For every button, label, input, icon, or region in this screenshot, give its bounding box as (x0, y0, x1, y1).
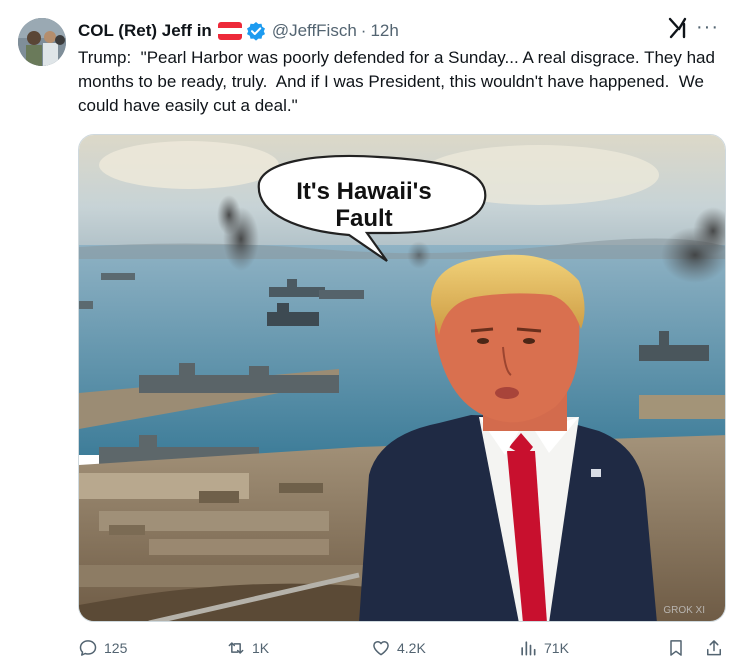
timestamp[interactable]: 12h (370, 21, 398, 41)
views-button[interactable]: 71K (518, 634, 569, 662)
repost-button[interactable]: 1K (226, 634, 269, 662)
author-handle[interactable]: @JeffFisch (272, 21, 357, 41)
tweet-header: COL (Ret) Jeff in @JeffFisch · 12h (78, 20, 715, 42)
speech-line-2: Fault (335, 205, 392, 232)
author-name[interactable]: COL (Ret) Jeff in (78, 21, 212, 41)
share-icon (707, 640, 721, 656)
views-icon (521, 641, 536, 656)
grok-icon[interactable] (667, 16, 689, 40)
tweet-image[interactable]: It's Hawaii's Fault GROK XI (78, 134, 726, 622)
more-icon[interactable]: ··· (696, 16, 719, 39)
tweet-text: Trump: "Pearl Harbor was poorly defended… (78, 48, 720, 115)
image-watermark: GROK XI (663, 605, 705, 616)
separator-dot: · (360, 21, 367, 40)
share-button[interactable] (704, 634, 730, 662)
bookmark-button[interactable] (666, 634, 692, 662)
like-button[interactable]: 4.2K (371, 634, 426, 662)
reply-button[interactable]: 125 (78, 634, 127, 662)
verified-badge-icon[interactable] (246, 21, 266, 41)
like-icon (373, 641, 389, 656)
reply-count: 125 (104, 640, 128, 656)
tweet[interactable]: COL (Ret) Jeff in @JeffFisch · 12h ··· T… (0, 0, 733, 670)
austria-flag-icon (217, 22, 242, 40)
like-count: 4.2K (397, 640, 426, 656)
reply-icon (79, 640, 97, 656)
bookmark-icon (670, 640, 682, 656)
repost-count: 1K (252, 640, 270, 656)
repost-icon (228, 642, 244, 654)
avatar[interactable] (18, 18, 66, 66)
views-count: 71K (544, 640, 569, 656)
action-bar: 125 1K 4.2K 71K (78, 634, 728, 662)
speech-line-1: It's Hawaii's (296, 178, 431, 205)
